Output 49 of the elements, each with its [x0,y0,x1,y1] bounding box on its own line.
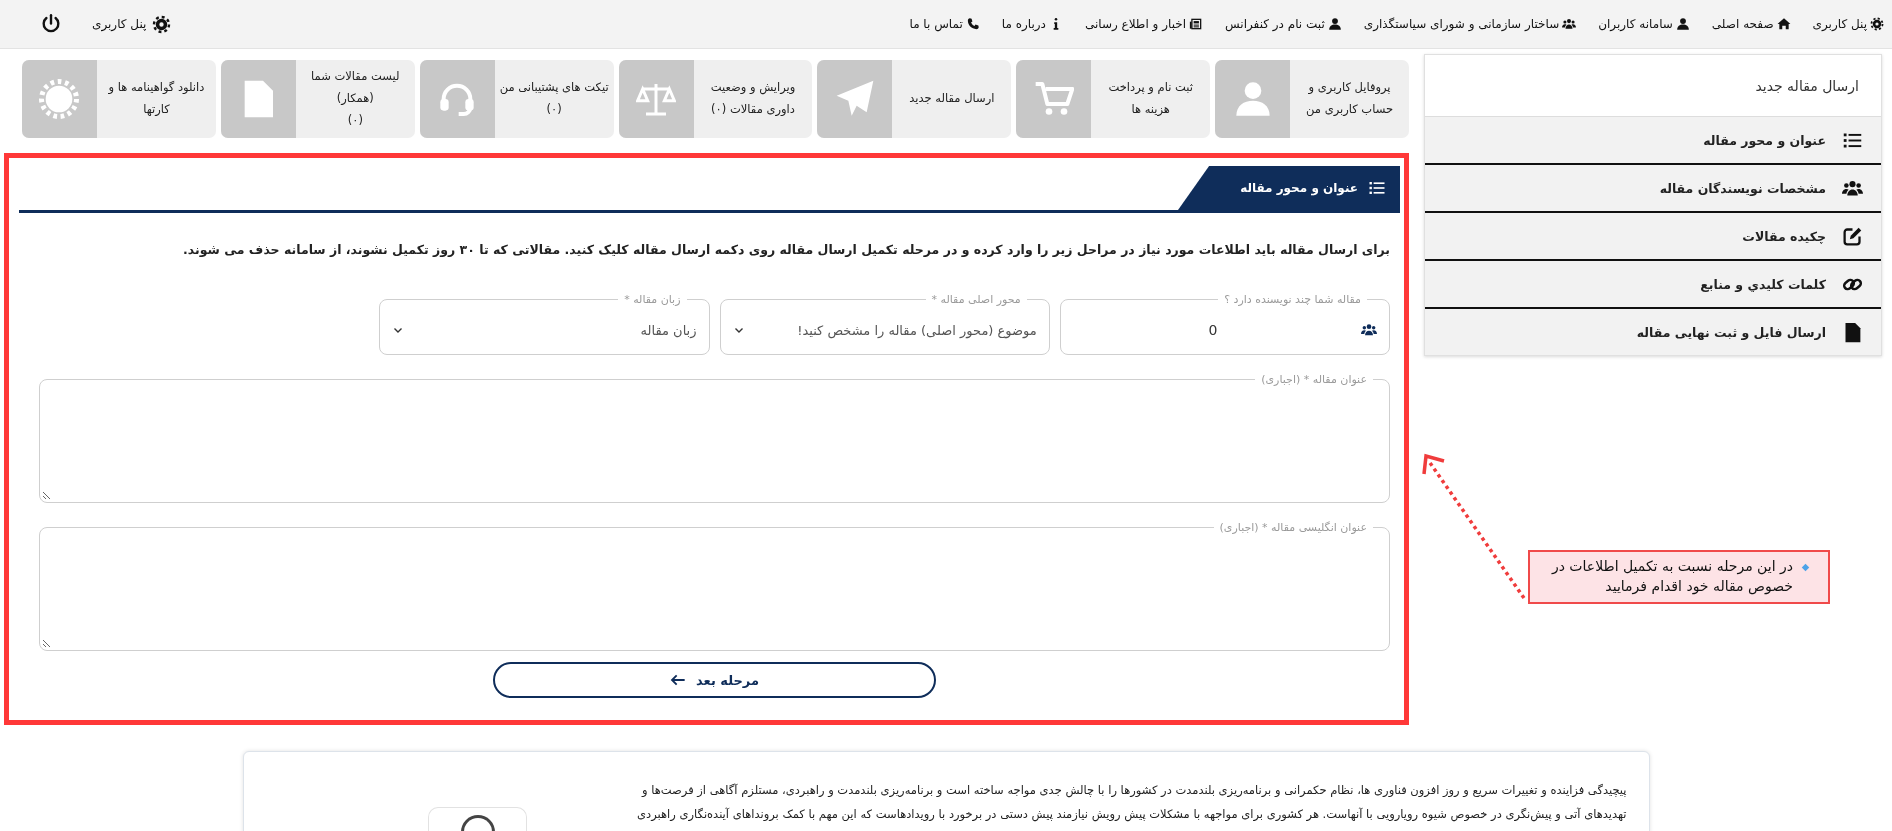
dashboard-tile[interactable]: تیکت های پشتیبانی من (۰) [419,60,614,138]
dashboard-tile[interactable]: دانلود گواهینامه ها و کارتها [22,60,216,138]
input-frame[interactable]: زبان مقاله * زبان مقاله [379,293,710,355]
list-icon [1368,179,1386,197]
user-icon [1675,17,1690,31]
dashboard-tile[interactable]: ثبت نام و پرداخت هزینه ها [1016,60,1211,138]
menu-item[interactable]: چکیده مقالات [1425,211,1881,259]
select-value[interactable]: زبان مقاله [412,322,697,338]
users-icon [1361,322,1377,338]
nav-link[interactable]: صفحه اصلی [1711,17,1791,31]
menu-item[interactable]: عنوان و محور مقاله [1425,117,1881,163]
footer-text: پیچیدگی فزاینده و تغییرات سریع و روز افزون فناوری ها، نظام حکمرانی و برنامه‌ریزی بلندمدت در کشورها را با چالش جدی مواجه ساخته است و برنامه‌ریزی بلندمدت و راهبردی، مستلزم آگاهی از فرصت‌ها و تهدیدهای آتی و پیش‌نگری در خصوص شیوه رویارویی با آنهاست. هر کشوری برای مواجهه با مشکلات پیش رویش نیازمند پیش دستی در برخورد با رویدادهاست که این مهم با کمک برونداهای آینده‌نگاری راهبردی [637,782,1627,824]
field-label: زبان مقاله * [623,293,682,306]
user-icon [1327,17,1342,31]
menu-item[interactable]: مشخصات نویسندگان مقاله [1425,163,1881,211]
settings-icon [152,14,172,34]
number-input[interactable]: 0 [1072,321,1353,339]
hint-text: در این مرحله نسبت به تکمیل اطلاعات در خصوص مقاله خود اقدام فرمایید [1550,557,1793,597]
nav-link[interactable]: درباره ما [1001,17,1063,31]
next-step-button[interactable]: مرحله بعد [493,662,936,698]
dashboard-tile[interactable]: لیست مقالات شما (همکار) (۰) [220,60,415,138]
nav-link[interactable]: پنل کاربری [1812,17,1884,31]
instruction-text: برای ارسال مقاله باید اطلاعات مورد نیاز در مراحل زیر را وارد کرده و در مرحله تکمیل ارسال مقاله روی دکمه ارسال مقاله کلیک کنید. مقالاتی که تا ۳۰ روز تکمیل نشوند، از سامانه حذف می شوند. [182,241,1390,259]
nav-link[interactable]: ثبت نام در کنفرانس [1225,17,1342,31]
dashboard-tile[interactable]: ویرایش و وضعیت داوری مقالات (۰) [618,60,813,138]
newspaper-icon [1189,17,1203,31]
nav-link[interactable]: سامانه کاربران [1598,17,1690,31]
dashboard-tile[interactable]: ارسال مقاله جدید [817,60,1012,138]
nav-link[interactable]: ساختار سازمانی و شورای سیاستگذاری [1363,17,1577,31]
field-label: محور اصلی مقاله * [930,293,1022,306]
home-icon [1776,17,1791,31]
users-icon [1562,17,1577,31]
user-panel-link[interactable]: پنل کاربری [92,14,172,34]
edit-icon [1842,225,1863,247]
field-label: عنوان مقاله * (اجباری) [1260,373,1368,386]
field-label: مقاله شما چند نویسنده دارد ؟ [1223,293,1362,306]
settings-icon [1870,17,1884,31]
dashboard-tile[interactable]: پروفایل کاربری و حساب کاربری من [1215,60,1409,138]
phone-icon [965,17,980,31]
nav-link[interactable]: تماس با ما [909,17,980,31]
menu-item[interactable]: کلمات کلیدي و منابع [1425,259,1881,307]
arrow-left-icon [670,672,687,688]
input-frame[interactable]: محور اصلی مقاله * موضوع (محور اصلی) مقاله را مشخص کنید! [719,293,1050,355]
nav-link[interactable]: اخبار و اطلاع رسانی [1084,17,1203,31]
select-value[interactable]: موضوع (محور اصلی) مقاله را مشخص کنید! [752,322,1037,338]
menu-item[interactable]: ارسال فایل و ثبت نهایی مقاله [1425,307,1881,355]
field-label: عنوان انگلیسی مقاله * (اجباری) [1218,521,1368,534]
power-icon[interactable] [40,13,62,35]
bullet-icon [1801,563,1810,572]
